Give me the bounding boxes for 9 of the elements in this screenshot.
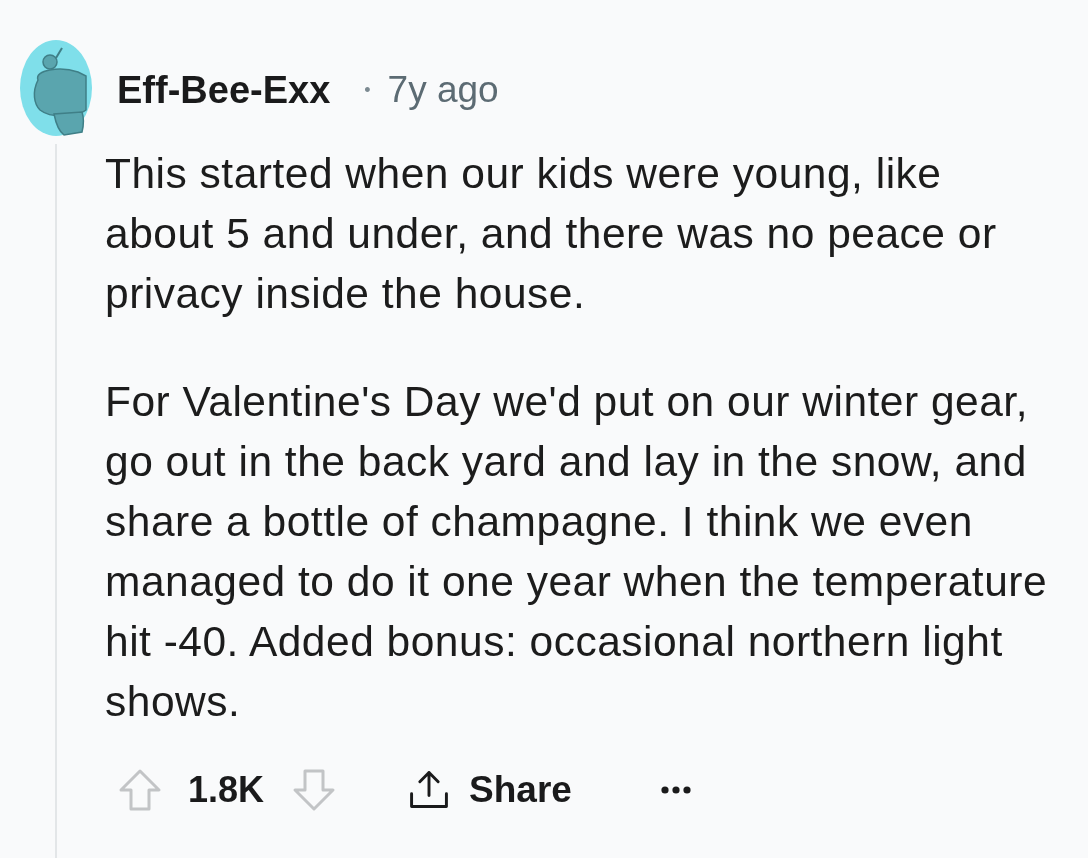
share-button[interactable]: Share [407,768,572,812]
comment-paragraph: For Valentine's Day we'd put on our winter gear, go out in the back yard and lay in the snow, and share a bottle of champagne. I think we even managed to do it one year when the temperature hit -40. Added bonus: occasional northern light shows. [105,377,1049,727]
vote-count: 1.8K [188,769,265,811]
username[interactable]: Eff-Bee-Exx [117,68,331,112]
timestamp: 7y ago [387,69,499,111]
more-options-icon[interactable] [659,785,692,795]
comment-paragraph: This started when our kids were young, like about 5 and under, and there was no peace or privacy inside the house. [105,149,998,319]
avatar-icon[interactable] [20,40,92,136]
separator-dot: • [364,79,371,101]
